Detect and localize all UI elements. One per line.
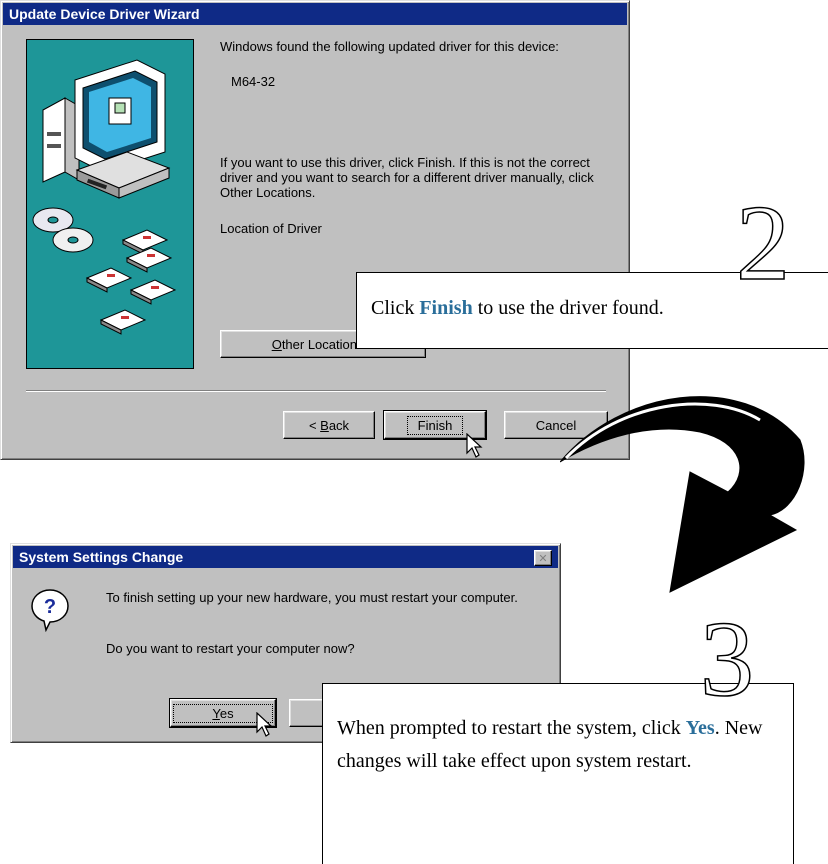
dialog-title: System Settings Change: [19, 549, 184, 565]
found-driver-text: Windows found the following updated driv…: [220, 39, 559, 54]
computer-icon: [32, 59, 177, 335]
restart-message: To finish setting up your new hardware, …: [106, 590, 518, 605]
other-locations-access-key: O: [271, 336, 282, 352]
step-3-number: 3: [699, 600, 755, 719]
back-arrow-text: <: [308, 417, 321, 433]
back-button[interactable]: < Back: [283, 411, 375, 439]
back-text: ack: [328, 417, 350, 433]
driver-instructions: If you want to use this driver, click Fi…: [220, 155, 594, 200]
back-access-key: B: [320, 417, 329, 433]
step-2-text-post: to use the driver found.: [472, 297, 664, 319]
step-2-highlight: Finish: [419, 297, 473, 319]
step-2-text-pre: Click: [371, 297, 420, 319]
question-glyph: ?: [44, 596, 56, 618]
mouse-pointer-icon: [466, 433, 483, 458]
wizard-title-bar[interactable]: Update Device Driver Wizard: [3, 3, 627, 25]
step-3-text-pre: When prompted to restart the system, cli…: [337, 717, 686, 739]
restart-prompt: Do you want to restart your computer now…: [106, 641, 355, 656]
update-driver-wizard-window: Update Device Driver Wizard Windows foun…: [0, 0, 630, 460]
wizard-separator: [26, 390, 606, 392]
close-glyph: ✕: [538, 552, 548, 565]
wizard-title: Update Device Driver Wizard: [9, 6, 200, 22]
question-icon: ?: [31, 589, 69, 632]
step-3-instruction: When prompted to restart the system, cli…: [337, 712, 783, 778]
step-2-instruction: Click Finish to use the driver found.: [371, 297, 664, 320]
curved-arrow-icon: [560, 396, 805, 593]
step-2-number: 2: [735, 184, 791, 303]
yes-access-key: Y: [212, 705, 220, 721]
cd-discs: [32, 207, 94, 253]
back-label: < Back: [309, 418, 349, 433]
finish-label: Finish: [406, 415, 464, 435]
close-icon[interactable]: ✕: [534, 550, 552, 566]
location-of-driver-label: Location of Driver: [220, 221, 322, 236]
mouse-pointer-icon-2: [256, 712, 273, 737]
step-3-highlight: Yes: [685, 717, 715, 739]
yes-text: es: [219, 705, 234, 721]
floppy-disks: [85, 229, 177, 335]
dialog-title-bar[interactable]: System Settings Change: [13, 546, 558, 568]
wizard-illustration: [26, 39, 194, 369]
driver-name: M64-32: [231, 74, 276, 89]
